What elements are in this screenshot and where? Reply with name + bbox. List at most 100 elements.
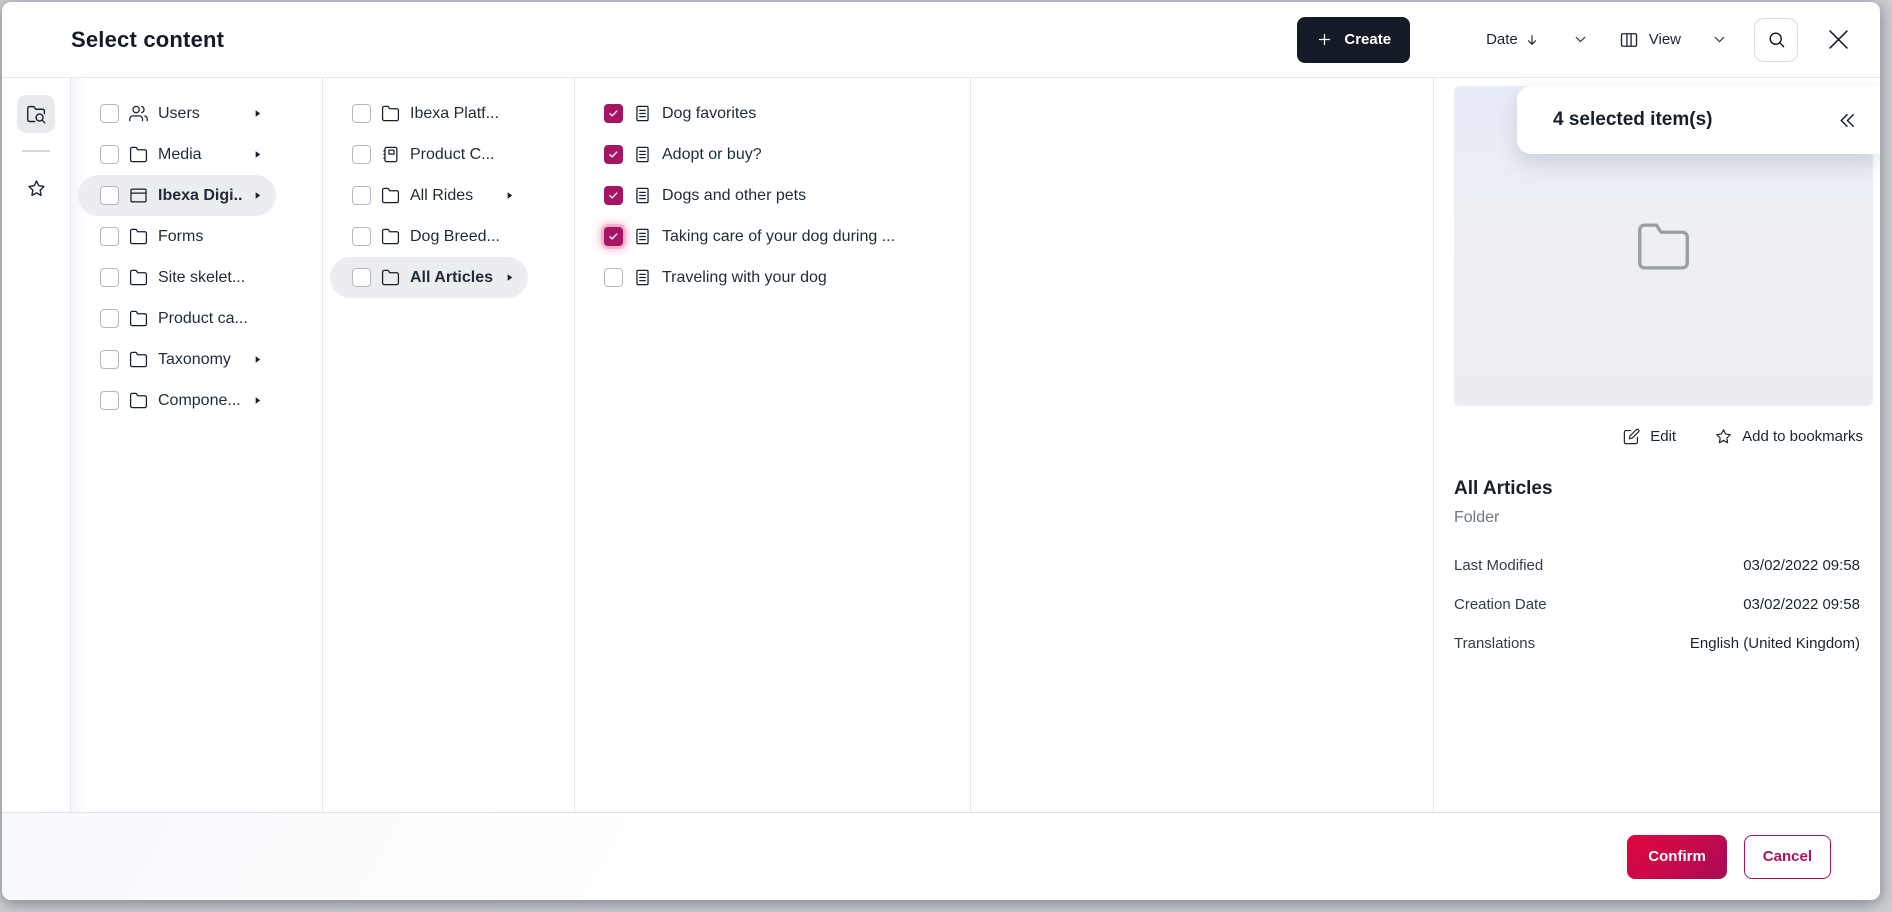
item-label: Product ca... [158,310,248,328]
columns-view-icon [1619,30,1639,50]
item-checkbox[interactable] [352,268,371,287]
rail-divider [22,150,50,152]
tree-item[interactable]: Taxonomy [78,339,276,380]
folder-preview-icon [1635,218,1692,275]
item-checkbox[interactable] [100,104,119,123]
folder-icon [129,268,148,287]
meta-label: Translations [1454,635,1535,652]
item-checkbox[interactable] [604,186,623,205]
item-checkbox[interactable] [100,391,119,410]
item-label: Dog Breed... [410,228,500,246]
item-label: Taking care of your dog during ... [662,228,895,246]
item-label: Media [158,146,202,164]
item-checkbox[interactable] [352,227,371,246]
tree-item[interactable]: All Rides [330,175,528,216]
item-checkbox[interactable] [604,268,623,287]
edit-button[interactable]: Edit [1622,427,1676,446]
item-meta: Last Modified03/02/2022 09:58 Creation Da… [1454,557,1873,652]
tree-item[interactable]: Compone... [78,380,276,421]
sort-dropdown-button[interactable] [1572,31,1589,48]
item-checkbox[interactable] [100,268,119,287]
item-checkbox[interactable] [100,227,119,246]
tree-item[interactable]: Media [78,134,276,175]
tree-item[interactable]: Dog Breed... [330,216,528,257]
modal-footer: Confirm Cancel [2,812,1880,900]
star-icon [1714,427,1733,446]
expand-caret-icon[interactable] [252,395,263,406]
meta-row: Last Modified03/02/2022 09:58 [1454,557,1873,574]
folder-icon [129,350,148,369]
item-checkbox[interactable] [100,145,119,164]
meta-value: English (United Kingdom) [1690,635,1860,652]
item-checkbox[interactable] [604,227,623,246]
tree-item[interactable]: Forms [78,216,276,257]
meta-value: 03/02/2022 09:58 [1743,596,1860,613]
expand-caret-icon[interactable] [504,272,515,283]
selected-items-card: 4 selected item(s) [1517,86,1880,154]
bookmarks-tab-button[interactable] [17,169,55,207]
content-item[interactable]: Dog favorites [582,93,924,134]
close-button[interactable] [1824,25,1853,54]
confirm-button[interactable]: Confirm [1627,835,1727,879]
expand-caret-icon[interactable] [252,354,263,365]
expand-caret-icon[interactable] [252,108,263,119]
tree-item[interactable]: Product C... [330,134,528,175]
item-checkbox[interactable] [100,350,119,369]
add-to-bookmarks-button[interactable]: Add to bookmarks [1714,427,1863,446]
item-checkbox[interactable] [352,186,371,205]
tree-item[interactable]: Product ca... [78,298,276,339]
item-label: All Rides [410,187,473,205]
item-checkbox[interactable] [604,104,623,123]
browse-tab-button[interactable] [17,95,55,133]
article-icon [633,186,652,205]
view-dropdown-button[interactable] [1711,31,1728,48]
create-button[interactable]: Create [1297,17,1410,63]
expand-caret-icon[interactable] [504,190,515,201]
content-item[interactable]: Taking care of your dog during ... [582,216,924,257]
search-button[interactable] [1754,18,1798,62]
folder-icon [381,227,400,246]
site-icon [129,186,148,205]
content-item[interactable]: Traveling with your dog [582,257,924,298]
left-rail [2,78,71,812]
meta-label: Creation Date [1454,596,1547,613]
sort-by-date-button[interactable]: Date [1486,31,1540,48]
cancel-button[interactable]: Cancel [1744,835,1831,879]
item-label: Site skelet... [158,269,245,287]
folder-icon [381,104,400,123]
collapse-panel-button[interactable] [1835,109,1858,132]
catalog-icon [381,145,400,164]
tree-column-1: Users Media Ibexa Digi... Forms Site skelet.… [71,78,323,812]
view-label[interactable]: View [1649,31,1681,48]
item-label: Dog favorites [662,105,756,123]
item-type: Folder [1454,509,1873,527]
sort-control: Date [1486,31,1589,48]
folder-icon [129,391,148,410]
expand-caret-icon[interactable] [252,190,263,201]
item-label: Traveling with your dog [662,269,827,287]
article-icon [633,145,652,164]
item-label: Users [158,105,200,123]
item-label: Taxonomy [158,351,231,369]
tree-item[interactable]: All Articles [330,257,528,298]
select-content-modal: Select content Create Date [2,2,1880,900]
search-icon [1767,30,1786,49]
tree-column-2: Ibexa Platf... Product C... All Rides Dog B… [323,78,575,812]
item-checkbox[interactable] [604,145,623,164]
item-checkbox[interactable] [100,186,119,205]
item-checkbox[interactable] [352,145,371,164]
item-checkbox[interactable] [352,104,371,123]
content-item[interactable]: Dogs and other pets [582,175,924,216]
tree-item[interactable]: Users [78,93,276,134]
tree-item[interactable]: Ibexa Digi... [78,175,276,216]
item-checkbox[interactable] [100,309,119,328]
view-control: View [1619,30,1728,50]
modal-body: Users Media Ibexa Digi... Forms Site skelet.… [2,78,1880,812]
item-label: Ibexa Platf... [410,105,499,123]
expand-caret-icon[interactable] [252,149,263,160]
tree-item[interactable]: Site skelet... [78,257,276,298]
item-label: Forms [158,228,203,246]
tree-column-3: Dog favorites Adopt or buy?Dogs and other… [575,78,971,812]
content-item[interactable]: Adopt or buy? [582,134,924,175]
tree-item[interactable]: Ibexa Platf... [330,93,528,134]
